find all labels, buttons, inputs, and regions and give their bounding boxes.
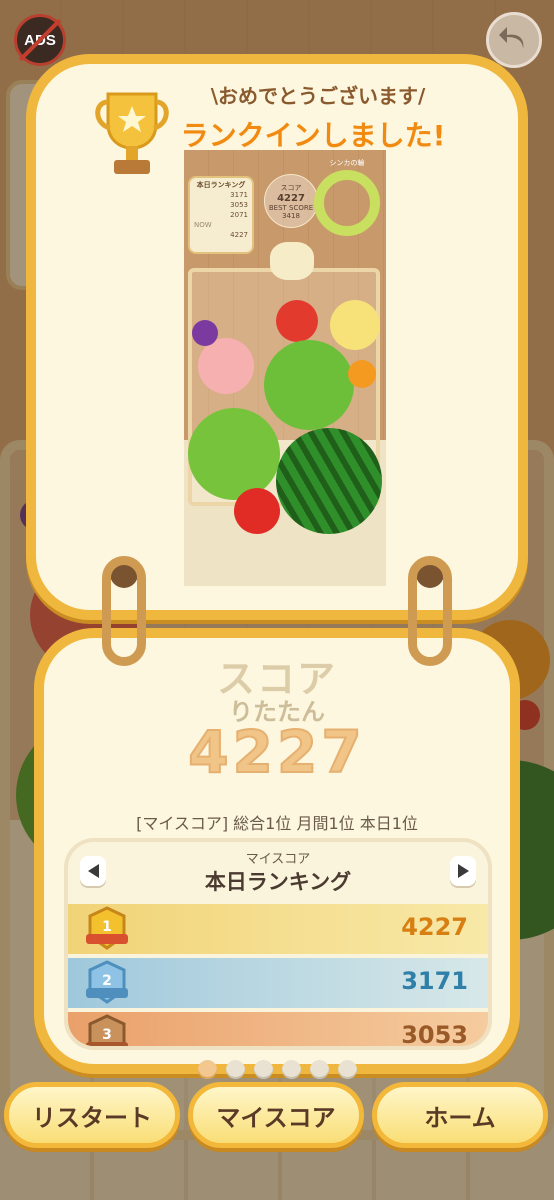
ranking-row-3: 3 3053: [68, 1012, 488, 1049]
screenshot-apple: [276, 300, 318, 342]
screenshot-ranking-panel: 本日ランキング 3171 3053 2071 NOW 4227: [188, 176, 254, 254]
home-button[interactable]: ホーム: [372, 1082, 548, 1148]
score-value: 4227: [187, 717, 366, 787]
screenshot-now-label: NOW: [194, 221, 212, 229]
screenshot-score-label: スコア: [280, 184, 302, 192]
page-dot[interactable]: [253, 1060, 273, 1079]
undo-icon[interactable]: [486, 12, 542, 68]
rank-2-number: 2: [102, 973, 112, 989]
screenshot-rank-2: 3053: [230, 201, 248, 209]
result-screenshot: 本日ランキング 3171 3053 2071 NOW 4227 スコア 4227…: [184, 150, 386, 586]
bronze-medal-icon: 3: [86, 1014, 128, 1046]
screenshot-red-apple: [234, 488, 280, 534]
ranking-subtitle: マイスコア: [245, 852, 311, 867]
gold-medal-icon: 1: [86, 906, 128, 950]
congrats-text: \おめでとうございます/: [210, 84, 426, 108]
rank-2-score: 3171: [401, 967, 468, 995]
page-dot[interactable]: [225, 1060, 245, 1079]
screenshot-best-value: 3418: [282, 212, 300, 220]
page-dot[interactable]: [309, 1060, 329, 1079]
screenshot-ranking-title: 本日ランキング: [196, 181, 246, 189]
page-dot[interactable]: [197, 1060, 217, 1079]
page-indicator: [0, 1060, 554, 1080]
screenshot-score-value: 4227: [277, 193, 305, 204]
page-dot[interactable]: [281, 1060, 301, 1079]
screenshot-rank-3: 2071: [230, 211, 248, 219]
screenshot-score-bubble: スコア 4227 BEST SCORE 3418: [264, 174, 318, 228]
page-dot[interactable]: [337, 1060, 357, 1079]
screenshot-peach: [198, 338, 254, 394]
screenshot-now-score: 4227: [230, 231, 248, 239]
rank-1-score: 4227: [401, 913, 468, 941]
silver-medal-icon: 2: [86, 960, 128, 1004]
rank-1-number: 1: [102, 919, 112, 935]
screenshot-best-label: BEST SCORE: [268, 204, 314, 212]
restart-button[interactable]: リスタート: [4, 1082, 180, 1148]
screenshot-ring-label: シンカの輪: [329, 159, 365, 167]
binder-ring-left: [102, 556, 146, 666]
rank-in-card: \おめでとうございます/ ランクインしました! 本日ランキング 3171 305…: [26, 54, 528, 620]
binder-ring-right: [408, 556, 452, 666]
ranking-row-1: 1 4227: [68, 904, 488, 954]
screenshot-evolution-ring: [314, 170, 380, 236]
rank-in-title: ランクインしました!: [180, 119, 446, 152]
screenshot-pineapple: [270, 242, 314, 280]
score-card: スコア りたたん 4227 [マイスコア] 総合1位 月間1位 本日1位 マイス…: [34, 628, 520, 1074]
ads-label: ADS: [24, 31, 56, 49]
my-score-button[interactable]: マイスコア: [188, 1082, 364, 1148]
ranking-title: 本日ランキング: [204, 870, 352, 894]
screenshot-pear: [330, 300, 380, 350]
screenshot-watermelon: [276, 428, 382, 534]
screenshot-melon-1: [264, 340, 354, 430]
rank-3-score: 3053: [401, 1021, 468, 1049]
screenshot-melon-2: [188, 408, 280, 500]
screenshot-grape: [192, 320, 218, 346]
ranking-panel: マイスコア 本日ランキング 1 4227 2 3171 3 3053: [64, 838, 492, 1050]
my-score-summary: [マイスコア] 総合1位 月間1位 本日1位: [136, 814, 418, 833]
remove-ads-icon[interactable]: ADS: [14, 14, 66, 66]
ranking-row-2: 2 3171: [68, 958, 488, 1008]
rank-3-number: 3: [102, 1027, 112, 1043]
undo-arrow-icon: [499, 27, 524, 49]
screenshot-rank-1: 3171: [230, 191, 248, 199]
screenshot-orange: [348, 360, 376, 388]
